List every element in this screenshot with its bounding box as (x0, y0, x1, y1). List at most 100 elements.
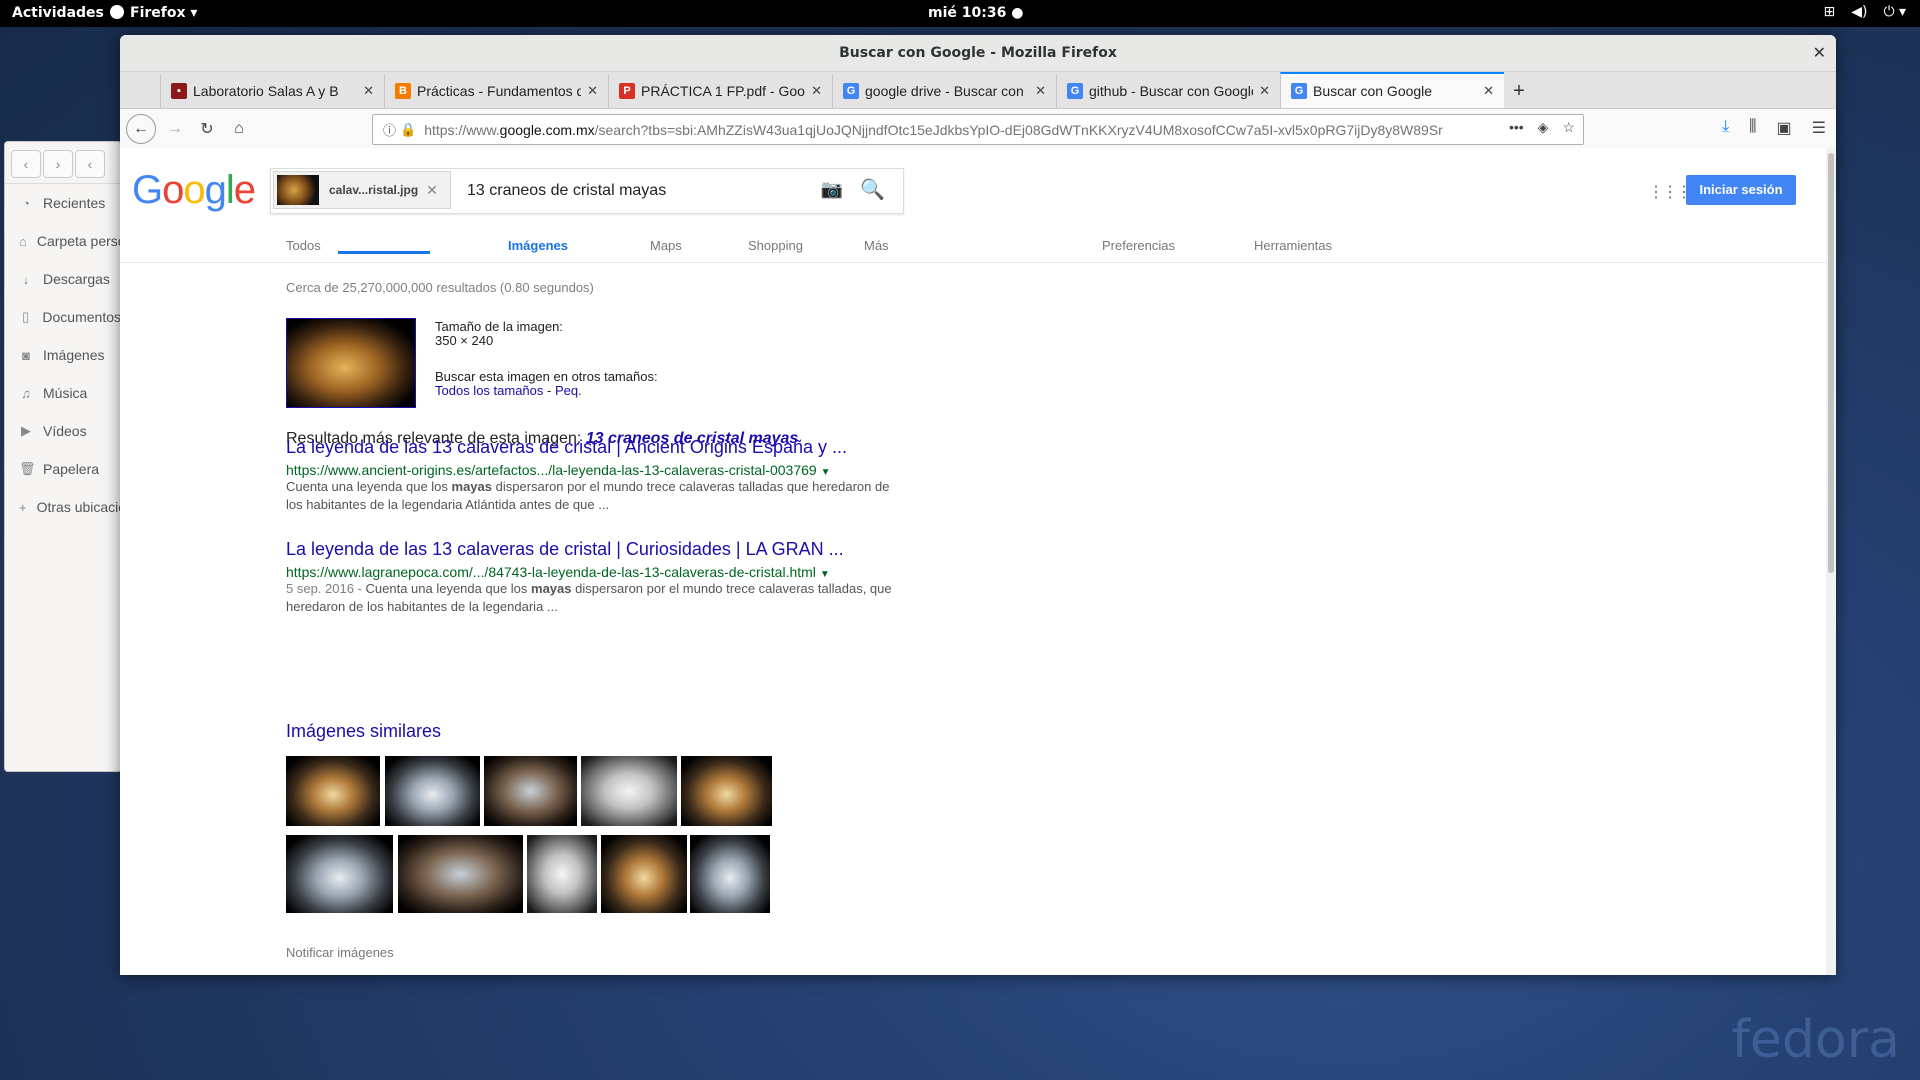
lock-icon[interactable]: 🔒 (400, 122, 416, 138)
library-icon[interactable]: ⫼ (1749, 118, 1756, 138)
image-chip[interactable]: calav...ristal.jpg ✕ (273, 171, 451, 209)
scrollbar[interactable] (1826, 148, 1836, 975)
result-title[interactable]: La leyenda de las 13 calaveras de crista… (286, 437, 906, 458)
small-size-link[interactable]: Peq. (555, 383, 582, 398)
page-content: Google calav...ristal.jpg ✕ 13 craneos d… (120, 148, 1826, 975)
path-left-icon[interactable]: ‹ (75, 150, 105, 178)
sign-in-button[interactable]: Iniciar sesión (1686, 175, 1796, 205)
files-sidebar-item[interactable]: ▶ Vídeos (5, 412, 121, 450)
tab-herramientas[interactable]: Herramientas (1254, 238, 1332, 253)
browser-tab[interactable]: Ggoogle drive - Buscar con ✕ (832, 74, 1056, 108)
files-sidebar-item[interactable]: ♫ Música (5, 374, 121, 412)
pocket-icon[interactable]: ◈ (1538, 119, 1549, 136)
browser-tab[interactable]: Ggithub - Buscar con Google ✕ (1056, 74, 1280, 108)
clock[interactable]: mié 10:36 ● (928, 5, 1023, 21)
query-image[interactable] (286, 318, 416, 408)
tab-todos[interactable]: Todos (286, 238, 321, 253)
music-icon: ♫ (21, 385, 31, 401)
page-actions-icon[interactable]: ••• (1509, 119, 1524, 136)
other-sizes-label: Buscar esta imagen en otros tamaños: (435, 369, 658, 384)
system-tray[interactable]: ⊞ ◀) ⏻ ▾ (1823, 4, 1906, 20)
home-button[interactable]: ⌂ (226, 116, 252, 142)
back-button[interactable]: ← (126, 114, 156, 144)
close-tab-icon[interactable]: ✕ (1035, 83, 1046, 99)
similar-image-thumbnail[interactable] (398, 835, 523, 913)
result-date: 5 sep. 2016 - (286, 581, 366, 596)
tab-maps[interactable]: Maps (650, 238, 682, 253)
close-tab-icon[interactable]: ✕ (363, 83, 374, 99)
logo-letter: o (162, 168, 184, 212)
tab-imagenes[interactable]: Imágenes (508, 238, 568, 253)
favicon-icon: G (843, 83, 859, 99)
forward-button[interactable]: → (162, 116, 188, 142)
all-sizes-link[interactable]: Todos los tamaños (435, 383, 543, 398)
search-icon[interactable]: 🔍 (860, 177, 885, 202)
google-logo[interactable]: Google (132, 168, 256, 213)
new-tab-button[interactable]: + (1504, 74, 1534, 108)
wallpaper-logo: fedora (1731, 1010, 1900, 1070)
network-icon: ⊞ (1823, 4, 1836, 20)
similar-image-thumbnail[interactable] (527, 835, 597, 913)
url-text[interactable]: https://www.google.com.mx/search?tbs=sbi… (424, 122, 1464, 138)
bookmark-star-icon[interactable]: ☆ (1562, 119, 1575, 136)
result-stats: Cerca de 25,270,000,000 resultados (0.80… (286, 280, 594, 295)
info-icon[interactable]: ⓘ (383, 120, 396, 139)
volume-icon: ◀) (1851, 4, 1868, 20)
similar-image-thumbnail[interactable] (601, 835, 687, 913)
sidebar-icon[interactable]: ▣ (1777, 118, 1792, 138)
files-sidebar-item[interactable]: + Otras ubicaciones (5, 488, 121, 526)
tab-shopping[interactable]: Shopping (748, 238, 803, 253)
files-sidebar-item[interactable]: ◙ Imágenes (5, 336, 121, 374)
close-tab-icon[interactable]: ✕ (1483, 83, 1494, 99)
result-title[interactable]: La leyenda de las 13 calaveras de crista… (286, 539, 906, 560)
close-tab-icon[interactable]: ✕ (811, 83, 822, 99)
files-sidebar-label: Otras ubicaciones (36, 499, 121, 515)
firefox-window: Buscar con Google - Mozilla Firefox ✕ ▪ L… (120, 35, 1836, 975)
caret-down-icon[interactable]: ▼ (821, 467, 831, 478)
similar-image-thumbnail[interactable] (385, 756, 480, 826)
reload-button[interactable]: ↻ (194, 116, 220, 142)
files-sidebar-item[interactable]: ◔ Recientes (5, 184, 121, 222)
similar-image-thumbnail[interactable] (286, 756, 380, 826)
files-sidebar-item[interactable]: ↓ Descargas (5, 260, 121, 298)
similar-image-thumbnail[interactable] (681, 756, 772, 826)
image-size: Tamaño de la imagen: 350 × 240 (435, 320, 563, 348)
apps-grid-icon[interactable]: ⋮⋮⋮ (1648, 182, 1692, 202)
close-tab-icon[interactable]: ✕ (1259, 83, 1270, 99)
files-sidebar-item[interactable]: ▯ Documentos (5, 298, 121, 336)
similar-image-thumbnail[interactable] (484, 756, 577, 826)
close-window-button[interactable]: ✕ (1813, 35, 1826, 71)
close-tab-icon[interactable]: ✕ (587, 83, 598, 99)
browser-tab[interactable]: ▪ Laboratorio Salas A y B ✕ (160, 74, 384, 108)
search-box[interactable]: calav...ristal.jpg ✕ 13 craneos de crist… (270, 168, 904, 214)
files-sidebar-item[interactable]: ⌂ Carpeta personal (5, 222, 121, 260)
browser-tab[interactable]: P PRÁCTICA 1 FP.pdf - Google ✕ (608, 74, 832, 108)
browser-tab[interactable]: B Prácticas - Fundamentos de ✕ (384, 74, 608, 108)
files-sidebar: ◔ Recientes ⌂ Carpeta personal ↓ Descargas ▯ Do… (5, 184, 121, 526)
forward-icon[interactable]: › (43, 150, 73, 178)
scrollbar-thumb[interactable] (1828, 153, 1834, 573)
app-menu[interactable]: Firefox ▾ (110, 5, 197, 21)
chip-close-icon[interactable]: ✕ (426, 182, 438, 199)
result-url[interactable]: https://www.lagranepoca.com/.../84743-la… (286, 564, 906, 580)
similar-image-thumbnail[interactable] (690, 835, 770, 913)
browser-tab[interactable]: G Buscar con Google ✕ (1280, 72, 1504, 108)
caret-down-icon[interactable]: ▼ (820, 569, 830, 580)
files-sidebar-item[interactable]: 🗑 Papelera (5, 450, 121, 488)
camera-icon[interactable]: 📷 (821, 179, 843, 200)
report-images-link[interactable]: Notificar imágenes (286, 945, 394, 960)
similar-images-header[interactable]: Imágenes similares (286, 721, 441, 742)
result-snippet: Cuenta una leyenda que los mayas dispers… (286, 478, 906, 514)
tab-preferencias[interactable]: Preferencias (1102, 238, 1175, 253)
similar-image-thumbnail[interactable] (286, 835, 393, 913)
url-bar[interactable]: ⓘ 🔒 https://www.google.com.mx/search?tbs… (372, 114, 1584, 145)
activities-button[interactable]: Actividades (12, 5, 104, 21)
tab-mas[interactable]: Más (864, 238, 889, 253)
search-input[interactable]: 13 craneos de cristal mayas (467, 182, 666, 200)
downloads-icon[interactable]: ⤓ (1722, 118, 1729, 138)
similar-image-thumbnail[interactable] (581, 756, 677, 826)
url-prefix: https://www. (424, 121, 500, 138)
result-url[interactable]: https://www.ancient-origins.es/artefacto… (286, 462, 906, 478)
back-icon[interactable]: ‹ (11, 150, 41, 178)
menu-icon[interactable]: ☰ (1812, 118, 1826, 138)
